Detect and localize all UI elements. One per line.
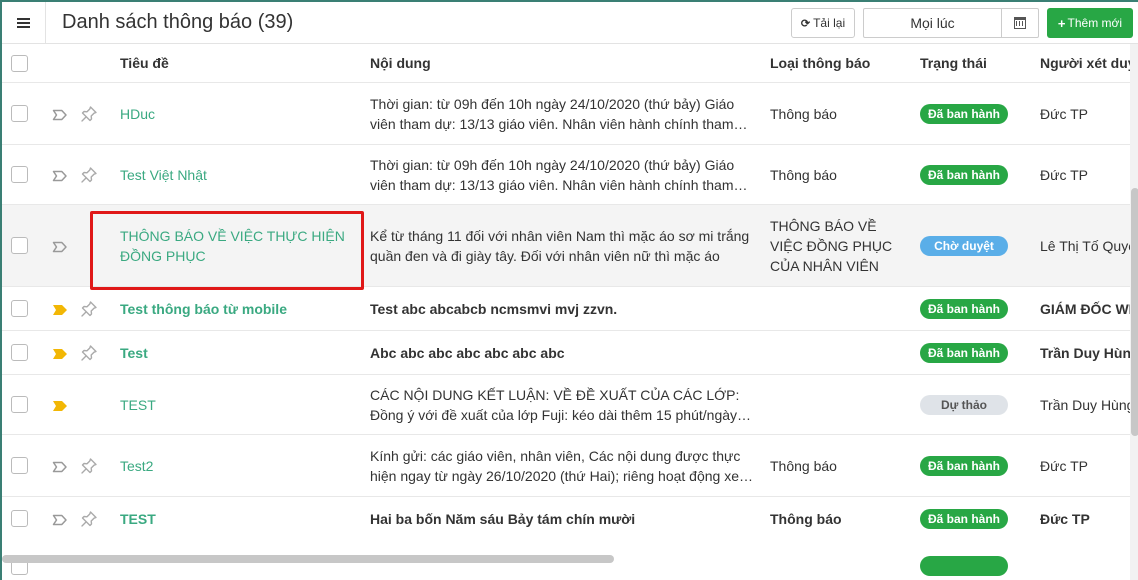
column-title[interactable]: Tiêu đề: [120, 55, 169, 71]
row-title-link[interactable]: Test thông báo từ mobile: [120, 299, 350, 319]
row-approver: Đức TP: [1040, 106, 1089, 122]
status-badge: Đã ban hành: [920, 299, 1008, 319]
select-all-checkbox[interactable]: [11, 55, 28, 72]
row-content: Abc abc abc abc abc abc abc: [370, 345, 565, 361]
refresh-icon: ⟳: [800, 17, 811, 30]
row-title-link[interactable]: Test Việt Nhật: [120, 165, 350, 185]
status-badge: Đã ban hành: [920, 509, 1008, 529]
reload-button[interactable]: ⟳ Tải lại: [791, 8, 855, 38]
table-row[interactable]: Test Việt Nhật Thời gian: từ 09h đến 10h …: [2, 144, 1130, 204]
status-badge: Chờ duyệt: [920, 236, 1008, 256]
row-approver: Đức TP: [1040, 511, 1090, 527]
row-checkbox[interactable]: [11, 105, 28, 122]
header-bar: Danh sách thông báo (39) ⟳ Tải lại Mọi l…: [2, 2, 1138, 44]
row-approver: Lê Thị Tố Quyên: [1040, 238, 1130, 254]
row-checkbox[interactable]: [11, 166, 28, 183]
row-content: Kể từ tháng 11 đối với nhân viên Nam thì…: [370, 228, 750, 264]
pin-icon[interactable]: [80, 510, 98, 528]
column-content[interactable]: Nội dung: [370, 55, 431, 71]
row-checkbox[interactable]: [11, 300, 28, 317]
table-row[interactable]: HDuc Thời gian: từ 09h đến 10h ngày 24/10…: [2, 82, 1130, 144]
status-badge: Đã ban hành: [920, 104, 1008, 124]
tag-icon[interactable]: [52, 169, 68, 182]
table-row[interactable]: Test Abc abc abc abc abc abc abc Đã ban hà…: [2, 330, 1130, 374]
pin-icon[interactable]: [80, 457, 98, 475]
status-badge: [920, 556, 1008, 576]
time-filter-value[interactable]: Mọi lúc: [864, 9, 1002, 37]
hamburger-icon: [17, 22, 30, 24]
calendar-button[interactable]: [1002, 9, 1038, 37]
calendar-icon: [1014, 17, 1026, 29]
row-title-link[interactable]: Test: [120, 343, 350, 363]
status-badge: Dự thảo: [920, 395, 1008, 415]
row-content: Thời gian: từ 09h đến 10h ngày 24/10/202…: [370, 157, 748, 193]
add-new-label: Thêm mới: [1067, 16, 1123, 30]
row-approver: GIÁM ĐỐC WEB: [1040, 301, 1130, 317]
page-title: Danh sách thông báo (39): [62, 11, 294, 33]
row-approver: Đức TP: [1040, 167, 1089, 183]
row-type: Thông báo: [770, 167, 837, 183]
row-title-link[interactable]: TEST: [120, 395, 350, 415]
row-checkbox[interactable]: [11, 344, 28, 361]
pin-icon[interactable]: [80, 344, 98, 362]
unread-tag-icon[interactable]: [52, 303, 68, 315]
tag-icon[interactable]: [52, 513, 68, 526]
row-checkbox[interactable]: [11, 457, 28, 474]
horizontal-scrollbar[interactable]: [2, 555, 614, 563]
row-checkbox[interactable]: [11, 396, 28, 413]
row-checkbox[interactable]: [11, 510, 28, 527]
unread-tag-icon[interactable]: [52, 347, 68, 359]
row-content: Test abc abcabcb ncmsmvi mvj zzvn.: [370, 301, 618, 317]
unread-tag-icon[interactable]: [52, 399, 68, 411]
table-row[interactable]: TEST CÁC NỘI DUNG KẾT LUẬN: VỀ ĐỀ XUẤT CỦ…: [2, 374, 1130, 434]
table-header: Tiêu đề Nội dung Loại thông báo Trạng th…: [2, 44, 1138, 82]
plus-icon: +: [1057, 15, 1066, 31]
tag-icon[interactable]: [52, 108, 68, 121]
row-type: Thông báo: [770, 106, 837, 122]
row-title-link[interactable]: Test2: [120, 456, 350, 476]
add-new-button[interactable]: + Thêm mới: [1047, 8, 1133, 38]
row-title-link[interactable]: HDuc: [120, 104, 350, 124]
pin-icon[interactable]: [80, 300, 98, 318]
column-status[interactable]: Trạng thái: [920, 55, 987, 71]
table-row[interactable]: TEST Hai ba bốn Năm sáu Bảy tám chín mười…: [2, 496, 1130, 540]
pin-icon[interactable]: [80, 105, 98, 123]
row-content: Hai ba bốn Năm sáu Bảy tám chín mười: [370, 511, 636, 527]
row-type: THÔNG BÁO VỀ VIỆC ĐỒNG PHỤC CỦA NHÂN VIÊ…: [770, 218, 893, 274]
row-type: Thông báo: [770, 511, 842, 527]
status-badge: Đã ban hành: [920, 343, 1008, 363]
highlight-box: [90, 211, 364, 290]
reload-label: Tải lại: [813, 16, 846, 30]
row-title-link[interactable]: TEST: [120, 509, 350, 529]
vertical-scroll-thumb[interactable]: [1131, 188, 1138, 436]
column-approver[interactable]: Người xét duyệt: [1040, 55, 1138, 71]
row-type: Thông báo: [770, 458, 837, 474]
app-window: Danh sách thông báo (39) ⟳ Tải lại Mọi l…: [0, 0, 1138, 580]
row-approver: Đức TP: [1040, 458, 1089, 474]
table-row[interactable]: Test thông báo từ mobile Test abc abcabcb…: [2, 286, 1130, 330]
pin-icon[interactable]: [80, 166, 98, 184]
row-content: Kính gửi: các giáo viên, nhân viên, Các …: [370, 448, 753, 484]
tag-icon[interactable]: [52, 460, 68, 473]
row-approver: Trần Duy Hùng: [1040, 397, 1130, 413]
table-row[interactable]: Test2 Kính gửi: các giáo viên, nhân viên,…: [2, 434, 1130, 496]
row-approver: Trần Duy Hùng: [1040, 345, 1130, 361]
column-type[interactable]: Loại thông báo: [770, 55, 870, 71]
row-content: Thời gian: từ 09h đến 10h ngày 24/10/202…: [370, 96, 748, 132]
tag-icon[interactable]: [52, 240, 68, 253]
menu-button[interactable]: [2, 2, 46, 44]
status-badge: Đã ban hành: [920, 165, 1008, 185]
vertical-scrollbar[interactable]: [1130, 44, 1138, 580]
row-content: CÁC NỘI DUNG KẾT LUẬN: VỀ ĐỀ XUẤT CỦA CÁ…: [370, 387, 752, 423]
row-checkbox[interactable]: [11, 237, 28, 254]
time-filter[interactable]: Mọi lúc: [863, 8, 1039, 38]
status-badge: Đã ban hành: [920, 456, 1008, 476]
